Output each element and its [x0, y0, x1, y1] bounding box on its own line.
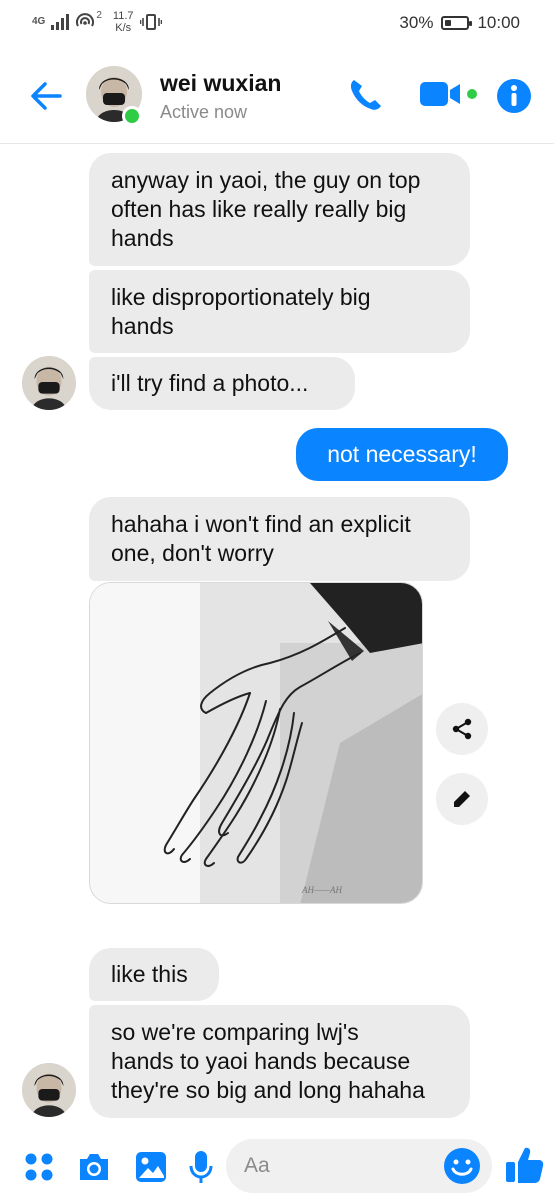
emoji-icon[interactable]	[442, 1146, 482, 1186]
conversation-header: wei wuxian Active now	[0, 46, 554, 144]
hotspot-icon	[76, 13, 95, 27]
battery-percent: 30%	[399, 13, 434, 32]
message-bubble[interactable]: so we're comparing lwj's hands to yaoi h…	[89, 1005, 470, 1118]
vibrate-icon	[139, 14, 162, 30]
message-bubble[interactable]: like this	[89, 948, 219, 1001]
share-button[interactable]	[436, 703, 488, 755]
clock: 10:00	[477, 13, 520, 32]
message-text: hahaha i won't find an explicit one, don…	[111, 511, 411, 566]
sender-avatar[interactable]	[22, 356, 76, 410]
share-icon	[452, 718, 472, 740]
message-text: like this	[111, 961, 188, 987]
gallery-icon[interactable]	[134, 1150, 168, 1184]
status-left: 4G 2 11.7 K/s	[32, 10, 162, 34]
edit-button[interactable]	[436, 773, 488, 825]
info-icon[interactable]	[496, 78, 532, 114]
pencil-icon	[454, 791, 470, 807]
message-bubble[interactable]: hahaha i won't find an explicit one, don…	[89, 497, 470, 581]
sender-avatar[interactable]	[22, 1063, 76, 1117]
contact-name[interactable]: wei wuxian	[160, 70, 281, 97]
battery-level-fill	[445, 20, 452, 26]
avatar-image	[22, 1063, 76, 1117]
message-text: i'll try find a photo...	[111, 370, 309, 396]
shared-photo[interactable]: AH——AH	[89, 582, 423, 904]
message-text: anyway in yaoi, the guy on top often has…	[111, 167, 421, 251]
message-bubble-outgoing[interactable]: not necessary!	[296, 428, 508, 481]
network-speed: 11.7 K/s	[112, 10, 134, 34]
message-text: so we're comparing lwj's hands to yaoi h…	[111, 1019, 425, 1103]
message-bubble[interactable]: i'll try find a photo...	[89, 357, 355, 410]
contact-active-status: Active now	[160, 102, 248, 122]
message-bubble[interactable]: anyway in yaoi, the guy on top often has…	[89, 153, 470, 266]
message-bubble[interactable]: like disproportionately big hands	[89, 270, 470, 353]
thumbs-up-icon[interactable]	[503, 1144, 545, 1186]
status-bar: 4G 2 11.7 K/s 30% 10:00	[0, 0, 554, 46]
back-arrow-icon[interactable]	[26, 76, 66, 116]
apps-icon[interactable]	[24, 1152, 54, 1182]
hotspot-badge: 2	[96, 9, 102, 21]
network-type: 4G	[32, 16, 46, 27]
phone-icon[interactable]	[346, 74, 386, 114]
microphone-icon[interactable]	[188, 1149, 214, 1185]
battery-icon	[441, 16, 473, 30]
message-composer	[0, 1136, 554, 1200]
photo-watermark: AH——AH	[301, 885, 342, 895]
avatar-image	[22, 356, 76, 410]
active-status-dot	[122, 106, 142, 126]
video-call-icon[interactable]	[418, 78, 480, 110]
message-text: like disproportionately big hands	[111, 283, 371, 339]
message-text: not necessary!	[327, 441, 477, 467]
camera-icon[interactable]	[77, 1151, 111, 1183]
signal-icon	[51, 14, 70, 30]
status-right: 30% 10:00	[399, 13, 520, 33]
manga-hand-image: AH——AH	[90, 583, 422, 903]
